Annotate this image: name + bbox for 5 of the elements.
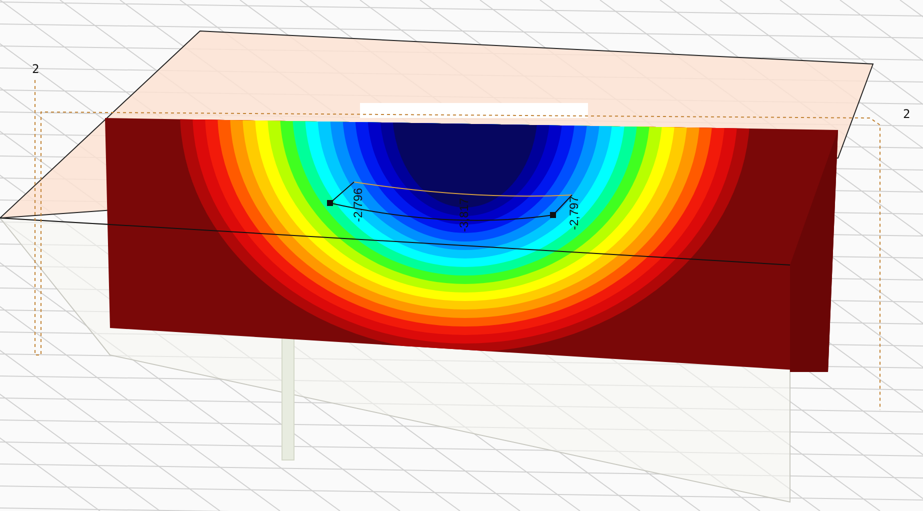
result-value: -3,817 bbox=[457, 198, 471, 232]
axis-label: 2 bbox=[32, 62, 40, 76]
result-value: -2,797 bbox=[567, 196, 581, 230]
axis-label: 2 bbox=[903, 107, 910, 121]
result-value: -2,796 bbox=[351, 188, 365, 222]
